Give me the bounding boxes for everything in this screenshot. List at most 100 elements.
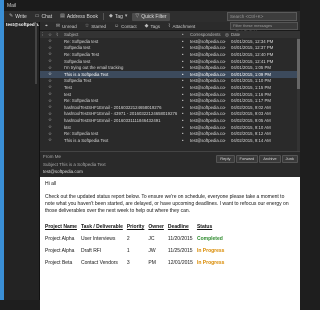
address-book-label: Address Book: [66, 13, 98, 20]
read-status-icon: •: [182, 104, 184, 110]
table-cell: PM: [148, 260, 156, 266]
star-column-icon[interactable]: ☆: [48, 32, 56, 38]
to-field[interactable]: test@softpedia.com: [43, 169, 300, 174]
tags-filter-button[interactable]: ◆ Tags: [142, 23, 163, 29]
date-cell: 04/01/2015, 12:41 PM: [231, 58, 274, 64]
subject-cell: Re: Softpedia test: [64, 131, 99, 137]
archive-button[interactable]: Archive: [259, 155, 281, 163]
status-cell: In Progress: [196, 248, 225, 254]
read-column-icon[interactable]: •: [182, 32, 190, 37]
date-cell: 04/02/2015, 9:12 AM: [231, 131, 271, 137]
correspondent-cell: test@softpedia.com: [190, 131, 225, 137]
message-body: Hi all Check out the updated status repo…: [40, 177, 300, 310]
table-cell: 12/01/2015: [167, 260, 193, 266]
table-row[interactable]: ☆ Re: Softpedia test • test@softpedia.com · 0…: [40, 97, 300, 104]
table-row[interactable]: ☆ I'm trying out the email tracking • test@…: [40, 64, 300, 71]
junk-button[interactable]: Junk: [281, 155, 298, 163]
table-cell: 11/25/2015: [167, 248, 193, 254]
column-header: Project Name: [45, 224, 77, 230]
star-icon[interactable]: ☆: [48, 91, 56, 97]
tag-button[interactable]: ◆ Tag ▾: [106, 13, 130, 21]
subject-cell: Softpedia test: [64, 58, 91, 64]
table-row[interactable]: ☆ hashtoolTestSHF1Email - 201603221246580…: [40, 104, 300, 111]
correspondent-cell: test@softpedia.com: [190, 58, 225, 64]
greeting-text: Hi all: [45, 181, 57, 187]
column-header: Task / Deliverable: [80, 224, 123, 230]
star-icon[interactable]: ☆: [48, 111, 56, 117]
table-row[interactable]: ☆ Softpedia test • test@softpedia.com · 04/01…: [40, 45, 300, 52]
table-row[interactable]: ☆ Re: Softpedia Test • test@softpedia.com · 0…: [40, 51, 300, 58]
forward-button[interactable]: Forward: [235, 155, 259, 163]
star-icon[interactable]: ☆: [48, 65, 56, 71]
date-column-header[interactable]: Date: [231, 32, 276, 37]
unread-filter-button[interactable]: ✉ Unread: [53, 23, 80, 29]
date-cell: 04/01/2015, 1:17 PM: [231, 98, 271, 104]
table-row[interactable]: ☆ Re: Softpedia test • test@softpedia.com · 0…: [40, 130, 300, 137]
subject-cell: Test: [64, 84, 72, 90]
subject-column-header[interactable]: Subject: [64, 32, 182, 37]
table-row[interactable]: ☆ Softpedia test • test@softpedia.com · 04/01…: [40, 58, 300, 65]
correspondent-cell: test@softpedia.com: [190, 137, 225, 143]
table-row[interactable]: ☆ Softpedia Text • test@softpedia.com · 04/01…: [40, 78, 300, 85]
attachment-filter-button[interactable]: ⌇ Attachment: [165, 23, 198, 29]
subject-cell: This is a Softpedia Text: [64, 71, 109, 77]
search-input[interactable]: Search <Ctrl+K>: [227, 12, 297, 21]
star-icon[interactable]: ☆: [48, 71, 56, 77]
message-rows: ☆ Re: Softpedia test • test@softpedia.com · 0…: [40, 38, 300, 144]
folder-scrollbar[interactable]: [35, 24, 37, 84]
message-list-scroll-thumb[interactable]: [297, 39, 300, 89]
star-icon[interactable]: ☆: [48, 104, 56, 110]
folder-item[interactable]: [4, 40, 39, 46]
table-cell: Project Beta: [45, 260, 73, 266]
table-row[interactable]: ☆ hashtoolTestSHF1Email - 201603311118464…: [40, 117, 300, 124]
read-status-icon: •: [182, 131, 184, 137]
table-cell: 3: [126, 260, 130, 266]
star-icon[interactable]: ☆: [48, 131, 56, 137]
attachment-column-icon[interactable]: ⌇: [56, 32, 64, 38]
correspondent-cell: test@softpedia.com: [190, 98, 225, 104]
subject-cell: I'm trying out the email tracking: [64, 65, 124, 71]
star-icon[interactable]: ☆: [48, 78, 56, 84]
message-header-pane: From Me Subject This is a Softpedia Text…: [40, 151, 300, 177]
read-status-icon: •: [182, 65, 184, 71]
table-row[interactable]: ☆ This is a Softpedia Text • test@softpedia…: [40, 70, 300, 78]
filter-messages-input[interactable]: Filter these messages <Ctrl+Shift+K>: [230, 22, 298, 34]
star-icon[interactable]: ☆: [48, 38, 56, 44]
starred-filter-button[interactable]: ☆ Starred: [82, 23, 109, 29]
table-row[interactable]: ☆ ktst • test@softpedia.com · 04/02/2015, 9:1…: [40, 124, 300, 131]
correspondent-cell: test@softpedia.com: [190, 38, 225, 44]
table-row[interactable]: ☆ Re: Softpedia test • test@softpedia.com · 0…: [40, 38, 300, 45]
keep-filters-button[interactable]: ⌖: [42, 23, 51, 29]
star-icon[interactable]: ☆: [48, 84, 56, 90]
read-status-icon: •: [182, 117, 184, 123]
toolbar-divider: [102, 13, 104, 20]
table-cell: Draft RFI: [80, 248, 102, 254]
date-cell: 04/02/2015, 9:02 AM: [231, 104, 271, 110]
table-row[interactable]: ☆ This is a Softpedia Text • test@softpedia…: [40, 137, 300, 144]
address-book-button[interactable]: ▤ Address Book: [57, 13, 101, 21]
star-icon[interactable]: ☆: [48, 45, 56, 51]
star-icon[interactable]: ☆: [48, 124, 56, 130]
correspondent-cell: test@softpedia.com: [190, 91, 225, 97]
status-cell: In Progress: [196, 260, 225, 266]
correspondent-cell: test@softpedia.com: [190, 117, 225, 123]
contact-icon: ☺: [114, 22, 120, 29]
table-row[interactable]: ☆ hashtoolTestSHF1Email - 43971 - 2016032…: [40, 111, 300, 118]
table-row[interactable]: ☆ test • test@softpedia.com · 04/01/2015, 1:1…: [40, 91, 300, 98]
thread-column-icon[interactable]: ⋮: [40, 32, 48, 38]
quick-filter-button[interactable]: ▽ Quick Filter: [132, 12, 170, 21]
subject-cell: ktst: [64, 124, 71, 130]
star-icon[interactable]: ☆: [48, 51, 56, 57]
correspondents-column-header[interactable]: Correspondents: [190, 32, 225, 37]
contact-filter-button[interactable]: ☺ Contact: [111, 23, 140, 29]
star-icon[interactable]: ☆: [48, 98, 56, 104]
star-icon[interactable]: ☆: [48, 58, 56, 64]
reply-button[interactable]: Reply: [216, 155, 235, 163]
table-row[interactable]: ☆ Test • test@softpedia.com · 04/01/2015, 1:1…: [40, 84, 300, 91]
write-button[interactable]: ✎ Write: [6, 13, 30, 21]
star-icon[interactable]: ☆: [48, 137, 56, 143]
date-cell: 04/01/2015, 1:09 PM: [231, 71, 271, 77]
chat-button[interactable]: ▭ Chat: [32, 13, 55, 21]
date-cell: 04/01/2015, 12:34 PM: [231, 38, 274, 44]
star-icon[interactable]: ☆: [48, 117, 56, 123]
